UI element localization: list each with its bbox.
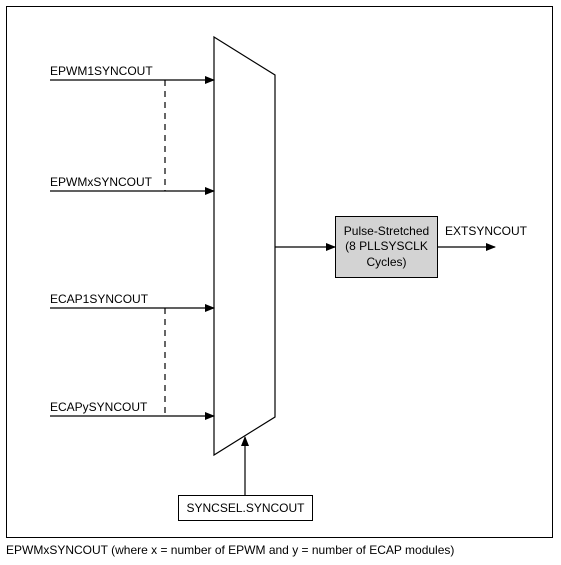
select-label: SYNCSEL.SYNCOUT [186, 501, 304, 515]
output-label: EXTSYNCOUT [445, 224, 527, 238]
select-box: SYNCSEL.SYNCOUT [178, 495, 313, 521]
diagram-wires [0, 0, 561, 565]
footnote: EPWMxSYNCOUT (where x = number of EPWM a… [6, 543, 454, 557]
block-line1: Pulse-Stretched [344, 224, 429, 240]
block-line3: Cycles) [366, 255, 406, 271]
pulse-stretched-block: Pulse-Stretched (8 PLLSYSCLK Cycles) [335, 216, 438, 278]
block-line2: (8 PLLSYSCLK [345, 239, 428, 255]
diagram-frame: EPWM1SYNCOUT EPWMxSYNCOUT ECAP1SYNCOUT E… [0, 0, 561, 565]
